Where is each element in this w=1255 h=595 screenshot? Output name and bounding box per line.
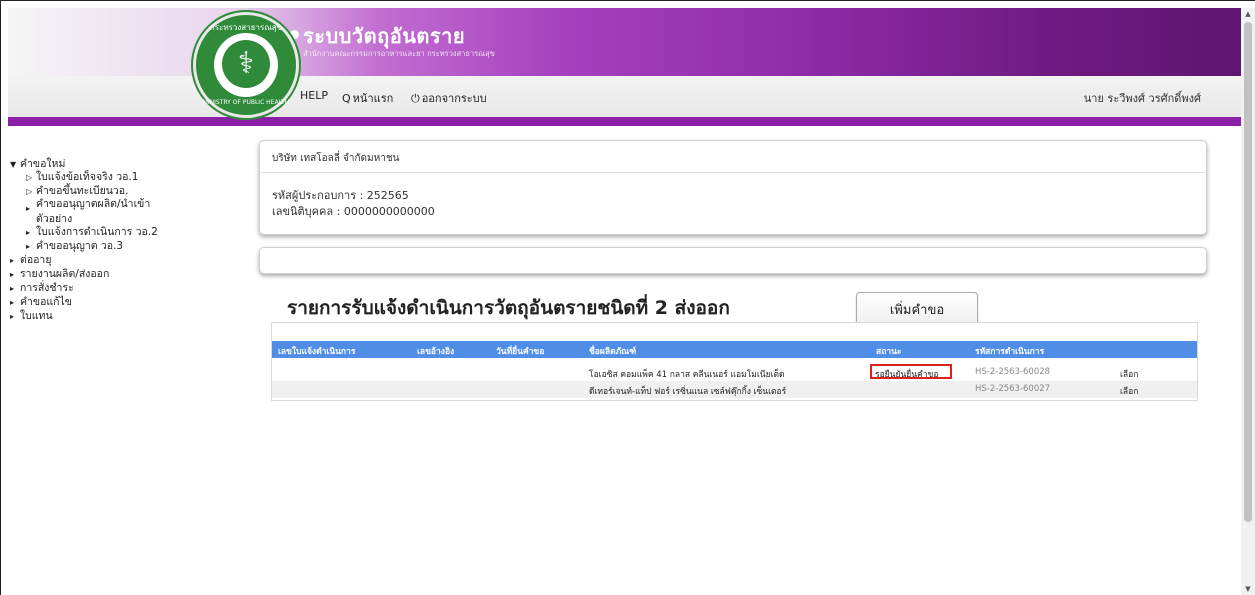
- empty-panel: [259, 247, 1207, 274]
- status-cell: รอยืนยันยื่นคำขอ: [875, 370, 939, 380]
- company-info-panel: บริษัท เทสโอลลี่ จำกัดมหาชน รหัสผู้ประกอ…: [259, 140, 1207, 235]
- column-header-notice-number: เลขใบแจ้งดำเนินการ: [278, 347, 356, 357]
- window-left-border: [0, 0, 1, 595]
- scrollbar-thumb[interactable]: [1244, 22, 1252, 522]
- page: ระบบวัตถุอันตราย สำนักงานคณะกรรมการอาหาร…: [0, 0, 1255, 595]
- search-icon: Q: [342, 92, 351, 105]
- table-header: เลขใบแจ้งดำเนินการ เลขอ้างอิง วันที่ยื่น…: [272, 341, 1197, 358]
- product-name-cell: ดีเทอร์เจนท์-แท็ป ฟอร์ เรซิ่นแนล เซล์ฟคุ…: [589, 387, 787, 397]
- scroll-down-arrow-icon[interactable]: ▼: [1241, 583, 1255, 595]
- company-panel-header: บริษัท เทสโอลลี่ จำกัดมหาชน: [260, 141, 1206, 173]
- caret-right-icon: ▸: [10, 256, 15, 265]
- caret-right-icon: ▸: [10, 312, 15, 321]
- navbar: HELP Q หน้าแรก ⏻ ออกจากระบบ นาย ระวีพงศ์ ว…: [8, 76, 1241, 117]
- column-header-operation-code: รหัสการดำเนินการ: [975, 347, 1045, 357]
- requests-table: เลขใบแจ้งดำเนินการ เลขอ้างอิง วันที่ยื่น…: [271, 322, 1198, 401]
- nav-help-link[interactable]: HELP: [300, 89, 328, 102]
- select-link[interactable]: เลือก: [1120, 367, 1138, 381]
- window-top-border: [0, 0, 1255, 1]
- site-header: ระบบวัตถุอันตราย สำนักงานคณะกรรมการอาหาร…: [8, 8, 1241, 126]
- caret-right-outline-icon: ▷: [26, 187, 33, 196]
- juristic-id: เลขนิติบุคคล : 0000000000000: [272, 205, 435, 218]
- caret-right-icon: ▸: [26, 228, 31, 237]
- column-header-status: สถานะ: [876, 347, 902, 357]
- caduceus-icon: ⚕: [222, 40, 270, 88]
- caret-right-icon: ▸: [26, 204, 31, 213]
- scroll-up-arrow-icon[interactable]: ▲: [1241, 8, 1255, 20]
- column-header-submit-date: วันที่ยื่นคำขอ: [496, 347, 545, 357]
- section-title: รายการรับแจ้งดำเนินการวัตถุอันตรายชนิดที…: [287, 297, 730, 319]
- table-row[interactable]: โอเอซิส คอมแพ็ค 41 กลาส คลีนเนอร์ แอมโมเ…: [272, 364, 1197, 381]
- ministry-logo: กระทรวงสาธารณสุข ⚕ MINISTRY OF PUBLIC HE…: [193, 12, 299, 118]
- product-name-cell: โอเอซิส คอมแพ็ค 41 กลาส คลีนเนอร์ แอมโมเ…: [589, 370, 785, 380]
- nav-home-link[interactable]: Q หน้าแรก: [342, 89, 393, 107]
- caret-right-icon: ▸: [10, 270, 15, 279]
- caret-right-outline-icon: ▷: [26, 173, 33, 182]
- user-name: นาย ระวีพงศ์ วรศักดิ์พงศ์: [1083, 92, 1201, 105]
- column-header-reference: เลขอ้างอิง: [417, 347, 455, 357]
- caret-right-icon: ▸: [10, 284, 15, 293]
- app-subtitle: สำนักงานคณะกรรมการอาหารและยา กระทรวงสาธา…: [303, 49, 495, 58]
- company-name: บริษัท เทสโอลลี่ จำกัดมหาชน: [272, 153, 400, 164]
- vertical-scrollbar[interactable]: ▲ ▼: [1241, 8, 1255, 595]
- table-row[interactable]: ดีเทอร์เจนท์-แท็ป ฟอร์ เรซิ่นแนล เซล์ฟคุ…: [272, 381, 1197, 398]
- sidebar-item-label: ใบแทน: [20, 310, 53, 322]
- nav-logout-link[interactable]: ⏻ ออกจากระบบ: [411, 89, 487, 107]
- operation-code-cell: HS-2-2563-60027: [975, 384, 1051, 394]
- sidebar-item-replacement[interactable]: ▸ ใบแทน: [10, 307, 53, 324]
- caret-right-icon: ▸: [26, 242, 31, 251]
- column-header-product-name: ชื่อผลิตภัณฑ์: [589, 347, 637, 357]
- caret-down-icon: ▼: [10, 160, 17, 169]
- select-link[interactable]: เลือก: [1120, 384, 1138, 398]
- status-highlight-box: รอยืนยันยื่นคำขอ: [870, 364, 952, 380]
- caret-right-icon: ▸: [10, 298, 15, 307]
- operation-code-cell: HS-2-2563-60028: [975, 367, 1051, 377]
- nav-logout-label: ออกจากระบบ: [421, 92, 487, 105]
- sidebar-item-permit-import[interactable]: ▸: [26, 202, 36, 214]
- nav-home-label: หน้าแรก: [352, 92, 394, 105]
- header-accent-bar: [8, 117, 1241, 126]
- power-icon: ⏻: [411, 92, 420, 105]
- logo-bottom-text: MINISTRY OF PUBLIC HEALTH: [202, 99, 290, 106]
